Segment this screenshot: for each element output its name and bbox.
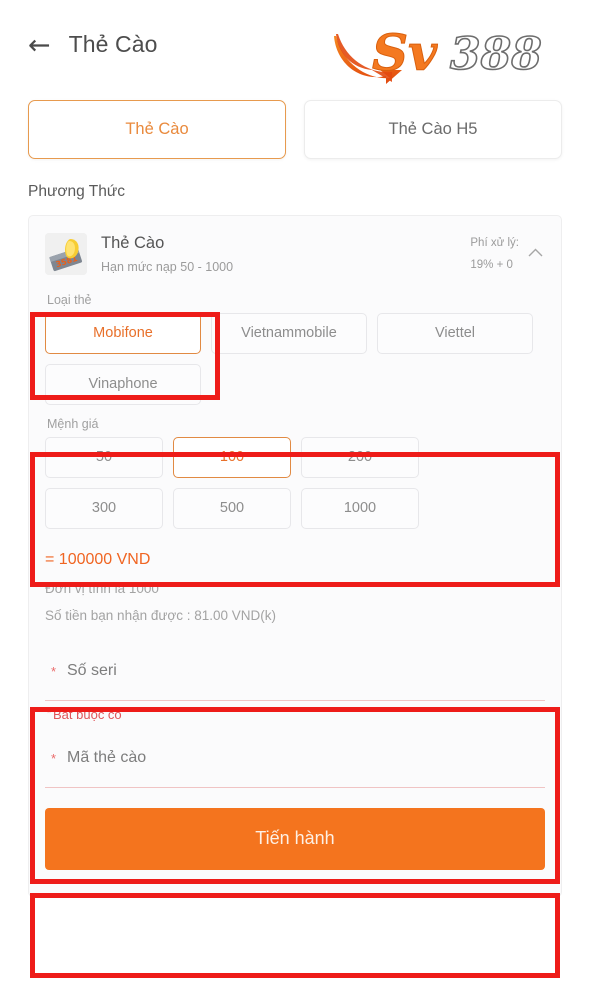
denomination-option-1000[interactable]: 1000 bbox=[301, 487, 419, 529]
tab-the-cao-h5[interactable]: Thẻ Cào H5 bbox=[304, 100, 562, 159]
denomination-label: Mệnh giá bbox=[47, 416, 99, 431]
fee-block: Phí xử lý: 19% + 0 bbox=[470, 232, 545, 277]
denomination-options: 50 100 200 300 500 1000 bbox=[45, 436, 545, 539]
fee-value: 19% + 0 bbox=[470, 259, 513, 272]
serial-error-message: ” Bắt buộc có bbox=[45, 701, 545, 730]
carrier-options: Mobifone Vietnammobile Viettel Vinaphone bbox=[45, 312, 545, 415]
carrier-option-mobifone[interactable]: Mobifone bbox=[45, 312, 201, 354]
serial-field-wrap: * bbox=[45, 642, 545, 701]
method-text: Thẻ Cào Hạn mức nạp 50 - 1000 bbox=[101, 234, 470, 274]
tab-the-cao[interactable]: Thẻ Cào bbox=[28, 100, 286, 159]
method-name: Thẻ Cào bbox=[101, 234, 165, 253]
svg-text:388: 388 bbox=[450, 29, 542, 80]
annotation-box-submit bbox=[30, 893, 560, 978]
denomination-option-300-label: 300 bbox=[91, 500, 117, 517]
denomination-option-50-label: 50 bbox=[95, 449, 113, 466]
carrier-option-vietnammobile[interactable]: Vietnammobile bbox=[211, 312, 367, 354]
carrier-option-viettel-label: Viettel bbox=[434, 325, 476, 342]
denomination-option-200-label: 200 bbox=[347, 449, 373, 466]
tab-the-cao-label: Thẻ Cào bbox=[125, 120, 189, 138]
fee-label: Phí xử lý: bbox=[470, 237, 519, 249]
denomination-option-500[interactable]: 500 bbox=[173, 487, 291, 529]
carrier-option-vinaphone[interactable]: Vinaphone bbox=[45, 363, 201, 405]
denomination-option-200[interactable]: 200 bbox=[301, 436, 419, 478]
denomination-option-1000-label: 1000 bbox=[343, 500, 377, 517]
carrier-option-vietnammobile-label: Vietnammobile bbox=[241, 325, 337, 342]
scratch-card-topup-screen: ← Thẻ Cào Sv 388 Thẻ Cào Thẻ Cào H5 Phươ… bbox=[0, 0, 590, 998]
method-row[interactable]: 3581 Thẻ Cào Hạn mức nạp 50 - 1000 Phí x… bbox=[29, 216, 561, 291]
carrier-option-vinaphone-label: Vinaphone bbox=[88, 376, 158, 393]
card-type-label: Loại thẻ bbox=[47, 292, 92, 307]
serial-error-text: Bắt buộc có bbox=[53, 706, 122, 722]
denomination-option-100-label: 100 bbox=[219, 449, 245, 466]
scratch-card-icon: 3581 bbox=[45, 233, 87, 276]
tab-the-cao-h5-label: Thẻ Cào H5 bbox=[388, 120, 478, 138]
code-field-wrap: * bbox=[45, 729, 545, 788]
denomination-option-100[interactable]: 100 bbox=[173, 436, 291, 478]
sv388-logo: Sv 388 bbox=[328, 14, 543, 88]
back-arrow-icon[interactable]: ← bbox=[28, 32, 51, 59]
page-title: Thẻ Cào bbox=[68, 31, 158, 57]
carrier-option-viettel[interactable]: Viettel bbox=[377, 312, 533, 354]
serial-input[interactable] bbox=[45, 642, 545, 701]
payment-method-card: 3581 Thẻ Cào Hạn mức nạp 50 - 1000 Phí x… bbox=[28, 215, 562, 897]
method-limit: Hạn mức nạp 50 - 1000 bbox=[101, 260, 234, 275]
scratch-card-icon-svg: 3581 bbox=[45, 233, 87, 276]
denomination-option-50[interactable]: 50 bbox=[45, 436, 163, 478]
sv388-logo-svg: Sv 388 bbox=[334, 23, 543, 84]
error-quote-icon: ” bbox=[47, 707, 51, 722]
amount-equivalent: = 100000 VND bbox=[45, 550, 151, 568]
form-fields: * ”Bắt buộc có * bbox=[29, 623, 561, 788]
denomination-option-300[interactable]: 300 bbox=[45, 487, 163, 529]
proceed-button[interactable]: Tiến hành bbox=[45, 807, 545, 870]
receive-note: Số tiền bạn nhận được : 81.00 VND(k) bbox=[45, 607, 277, 623]
chevron-up-icon[interactable] bbox=[528, 248, 543, 257]
card-code-input[interactable] bbox=[45, 729, 545, 788]
tab-bar: Thẻ Cào Thẻ Cào H5 bbox=[0, 90, 590, 159]
denomination-group: Mệnh giá 50 100 200 300 500 1000 bbox=[29, 415, 561, 539]
card-type-group: Loại thẻ Mobifone Vietnammobile Viettel … bbox=[29, 291, 561, 415]
denomination-option-500-label: 500 bbox=[219, 500, 245, 517]
svg-text:Sv: Sv bbox=[372, 23, 438, 82]
page-header: ← Thẻ Cào Sv 388 bbox=[0, 0, 590, 90]
submit-wrap: Tiến hành bbox=[29, 788, 561, 896]
carrier-option-mobifone-label: Mobifone bbox=[93, 325, 153, 342]
unit-note: Đơn vị tính là 1000 bbox=[45, 580, 159, 596]
section-label-phuong-thuc: Phương Thức bbox=[28, 183, 125, 200]
